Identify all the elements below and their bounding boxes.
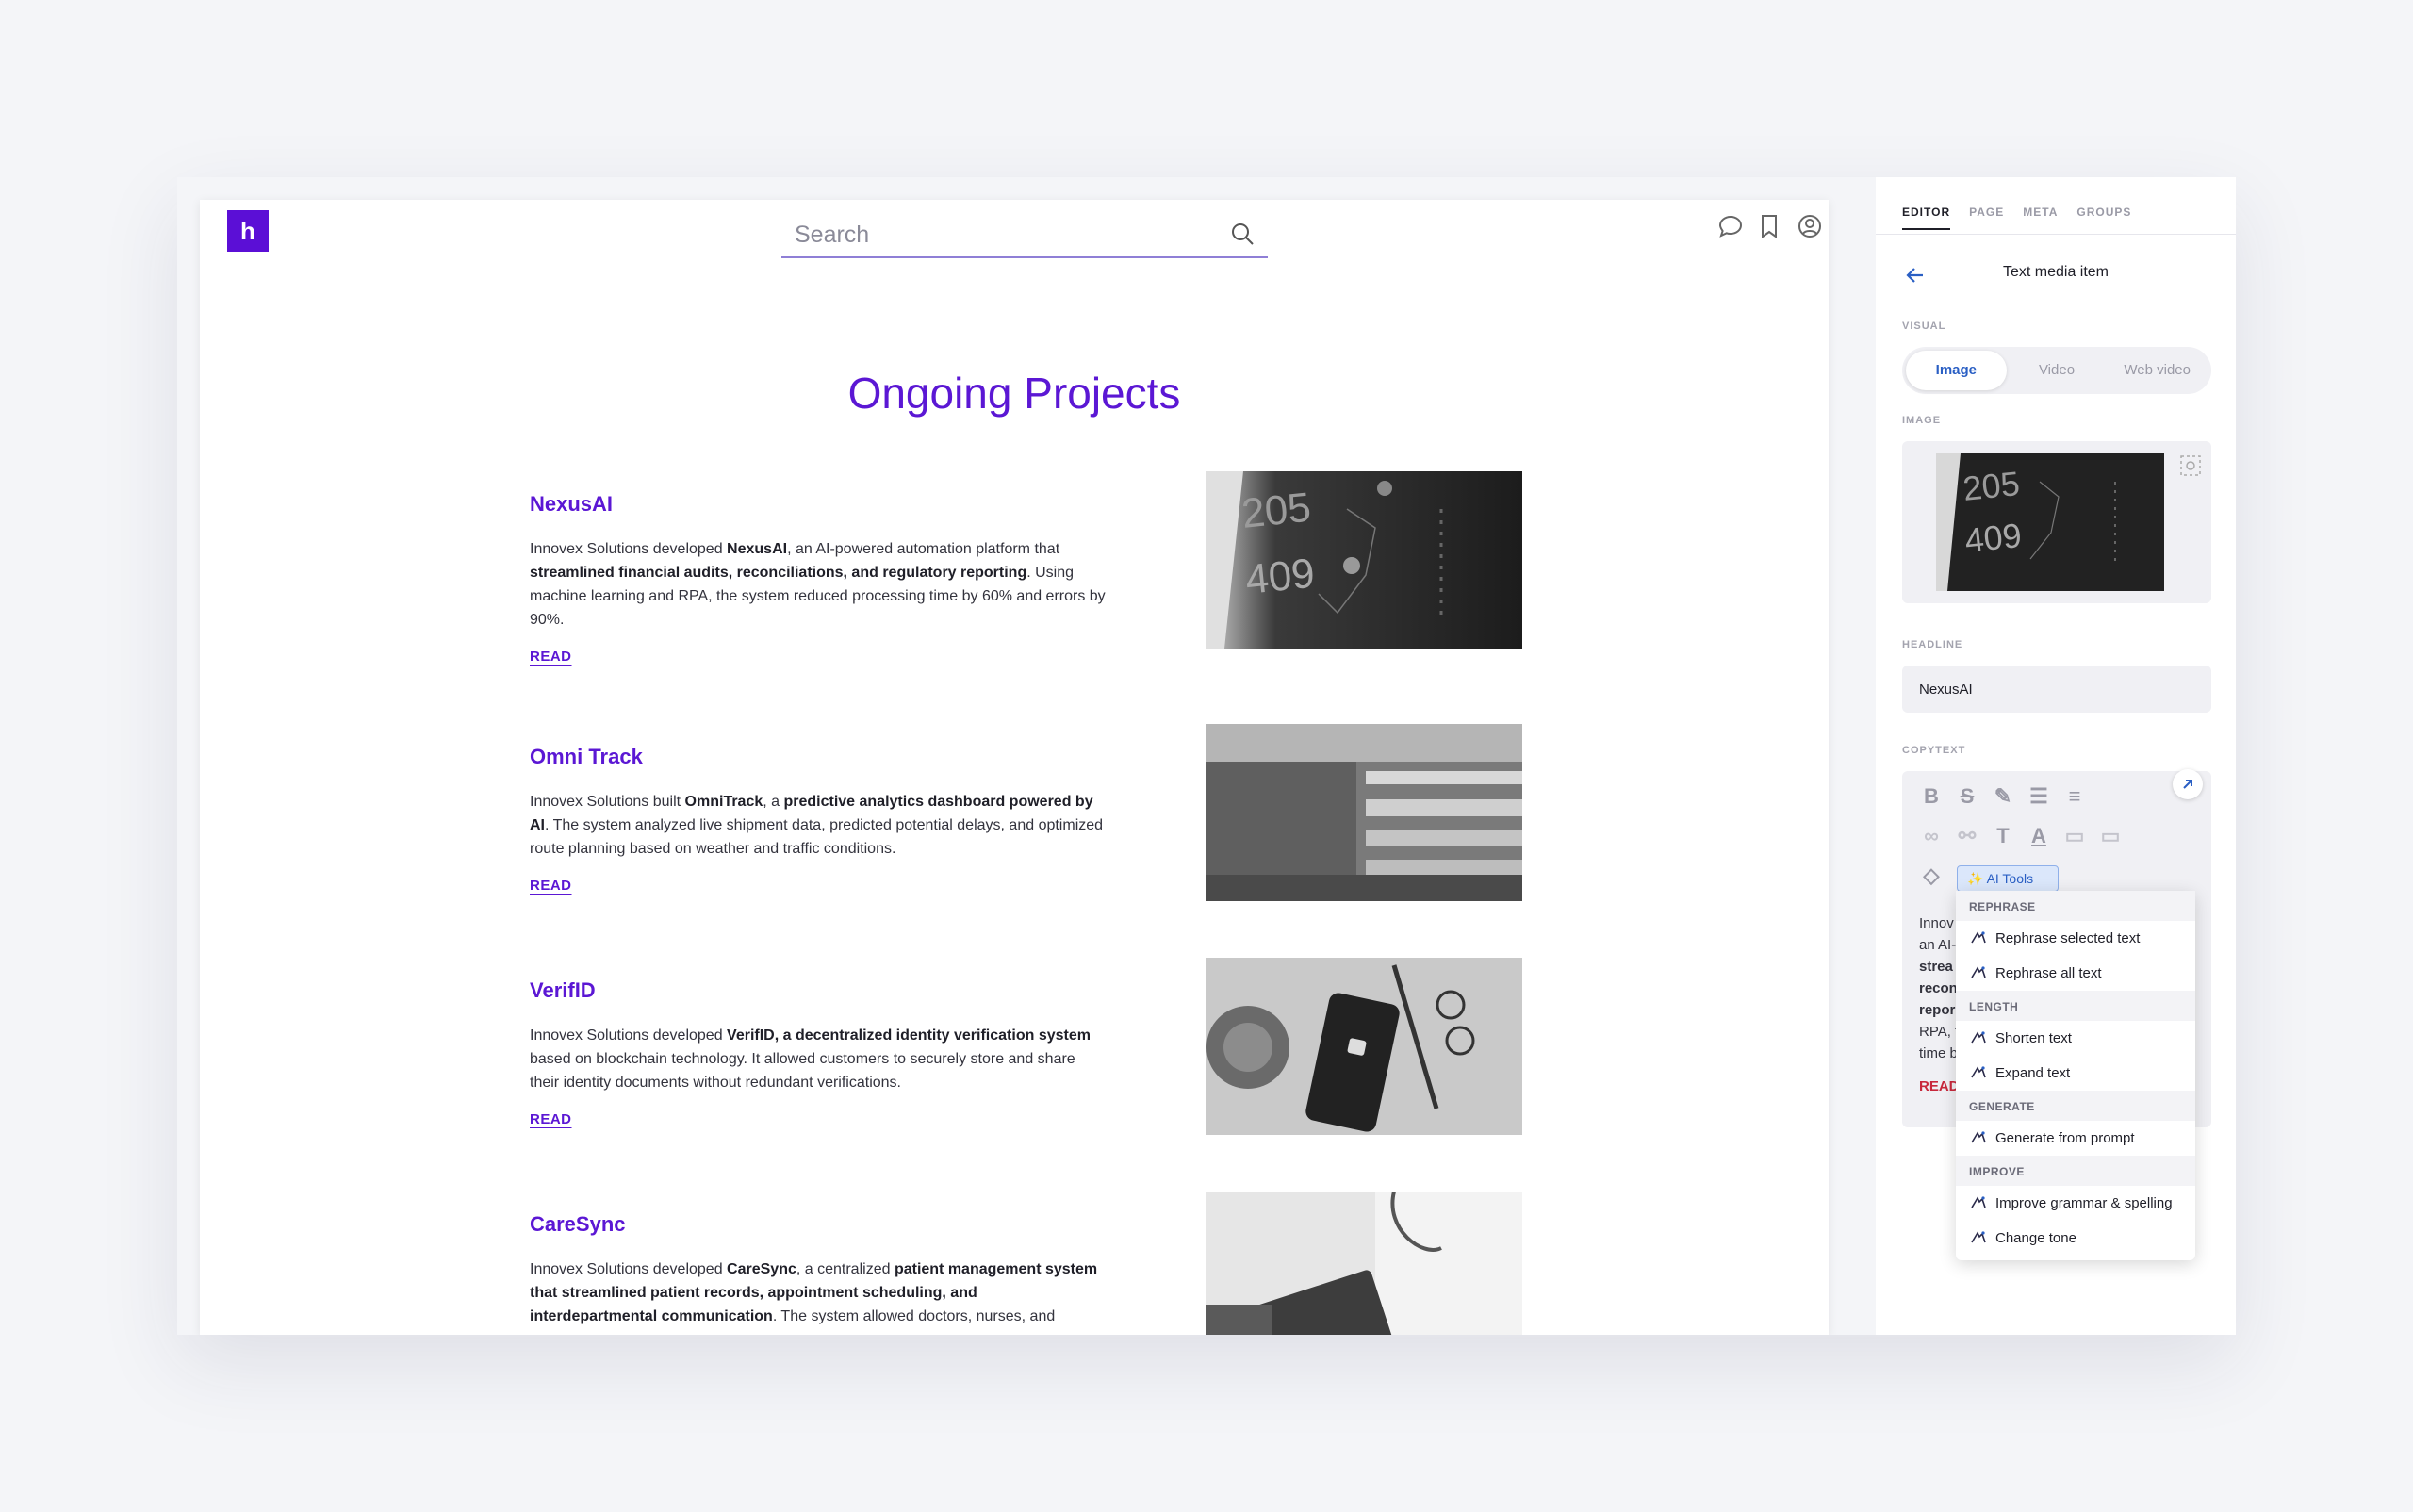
toolbar-row-3: ◇ bbox=[1919, 863, 1944, 888]
visual-option-web-video[interactable]: Web video bbox=[2107, 351, 2208, 390]
copytext-label: COPYTEXT bbox=[1902, 745, 1966, 756]
read-link[interactable]: READ bbox=[530, 1111, 572, 1127]
header-icons bbox=[1717, 213, 1823, 241]
site-logo[interactable]: h bbox=[227, 210, 269, 252]
menu-item-change-tone[interactable]: Change tone bbox=[1956, 1221, 2195, 1256]
read-link[interactable]: READ bbox=[530, 878, 572, 894]
expand-text-icon bbox=[1969, 1063, 1990, 1084]
tab-page[interactable]: PAGE bbox=[1969, 205, 2004, 230]
visual-option-image[interactable]: Image bbox=[1906, 351, 2007, 390]
project-description: Innovex Solutions built OmniTrack, a pre… bbox=[530, 794, 1104, 857]
ai-tools-button[interactable]: ✨ AI Tools bbox=[1957, 865, 2059, 892]
project-image-phone bbox=[1206, 958, 1522, 1135]
headline-input[interactable] bbox=[1902, 666, 2211, 713]
link-icon[interactable]: ∞ bbox=[1919, 824, 1944, 848]
image-label: IMAGE bbox=[1902, 415, 1942, 426]
comment-box-icon[interactable]: ▭ bbox=[2062, 824, 2087, 848]
menu-item-improve-grammar-spelling[interactable]: Improve grammar & spelling bbox=[1956, 1186, 2195, 1221]
svg-text:409: 409 bbox=[1963, 516, 2024, 560]
tab-groups[interactable]: GROUPS bbox=[2076, 205, 2131, 230]
project-description: Innovex Solutions developed NexusAI, an … bbox=[530, 541, 1106, 628]
image-preview-box[interactable]: 205 409 bbox=[1902, 441, 2211, 603]
menu-item-shorten-text[interactable]: Shorten text bbox=[1956, 1021, 2195, 1056]
panel-title: Text media item bbox=[2002, 264, 2109, 280]
generate-icon bbox=[1969, 1128, 1990, 1149]
read-link[interactable]: READ bbox=[530, 649, 572, 665]
app-frame: h Ongoing Projects NexusAI Innovex Solut… bbox=[177, 177, 2236, 1335]
menu-item-rephrase-selected-text[interactable]: Rephrase selected text bbox=[1956, 921, 2195, 956]
headline-label: HEADLINE bbox=[1902, 639, 1963, 650]
user-icon[interactable] bbox=[1797, 213, 1823, 241]
menu-item-rephrase-all-text[interactable]: Rephrase all text bbox=[1956, 956, 2195, 991]
menu-item-expand-text[interactable]: Expand text bbox=[1956, 1056, 2195, 1091]
tab-editor[interactable]: EDITOR bbox=[1902, 205, 1951, 230]
rephrase-all-icon bbox=[1969, 963, 1990, 984]
sparkle-icon: ✨ bbox=[1967, 871, 1987, 886]
svg-text:205: 205 bbox=[1962, 464, 2022, 508]
menu-section-generate: GENERATE bbox=[1956, 1091, 2195, 1121]
image-preview: 205 409 bbox=[1936, 453, 2164, 591]
project-description: Innovex Solutions developed VerifID, a d… bbox=[530, 1027, 1091, 1091]
comment-remove-icon[interactable]: ▭ bbox=[2098, 824, 2123, 848]
grammar-icon bbox=[1969, 1193, 1990, 1214]
project-image-warehouse bbox=[1206, 724, 1522, 901]
tab-meta[interactable]: META bbox=[2023, 205, 2058, 230]
visual-label: VISUAL bbox=[1902, 320, 1946, 332]
shorten-icon bbox=[1969, 1028, 1990, 1049]
highlight-icon[interactable]: ✎ bbox=[1991, 784, 2015, 809]
comment-icon[interactable] bbox=[1717, 213, 1744, 241]
menu-section-improve: IMPROVE bbox=[1956, 1156, 2195, 1186]
unlink-icon[interactable]: ⚯ bbox=[1955, 824, 1979, 848]
toolbar-row-1: B S ✎ ☰ ≡ bbox=[1919, 784, 2087, 809]
expand-editor-button[interactable] bbox=[2173, 769, 2203, 799]
list-icon[interactable]: ☰ bbox=[2027, 784, 2051, 809]
bold-icon[interactable]: B bbox=[1919, 784, 1944, 809]
strikethrough-icon[interactable]: S bbox=[1955, 784, 1979, 809]
svg-text:409: 409 bbox=[1243, 551, 1317, 603]
bookmark-icon[interactable] bbox=[1757, 213, 1783, 241]
text-color-icon[interactable]: A bbox=[2027, 824, 2051, 848]
visual-option-video[interactable]: Video bbox=[2007, 351, 2108, 390]
tab-divider bbox=[1876, 234, 2236, 235]
menu-item-generate-from-prompt[interactable]: Generate from prompt bbox=[1956, 1121, 2195, 1156]
search-input[interactable] bbox=[795, 221, 1209, 249]
panel-tabs: EDITOR PAGE META GROUPS bbox=[1902, 205, 2131, 230]
text-size-icon[interactable]: T bbox=[1991, 824, 2015, 848]
align-icon[interactable]: ≡ bbox=[2062, 784, 2087, 809]
menu-section-rephrase: REPHRASE bbox=[1956, 891, 2195, 921]
focus-point-icon[interactable] bbox=[2179, 454, 2202, 482]
website-preview: h Ongoing Projects NexusAI Innovex Solut… bbox=[200, 200, 1829, 1335]
page-title: Ongoing Projects bbox=[847, 369, 1181, 418]
search-icon[interactable] bbox=[1230, 222, 1255, 251]
project-image-doctor bbox=[1206, 1192, 1522, 1335]
tone-icon bbox=[1969, 1228, 1990, 1249]
ai-tools-menu: REPHRASE Rephrase selected text Rephrase a… bbox=[1956, 891, 2195, 1260]
rephrase-selected-icon bbox=[1969, 929, 1990, 949]
project-image-dashboard: 205 409 bbox=[1206, 471, 1522, 649]
expand-icon bbox=[2183, 780, 2192, 789]
visual-segmented-control: Image Video Web video bbox=[1902, 347, 2211, 394]
svg-text:205: 205 bbox=[1239, 485, 1313, 537]
eraser-icon[interactable]: ◇ bbox=[1919, 863, 1944, 888]
project-description: Innovex Solutions developed CareSync, a … bbox=[530, 1261, 1098, 1324]
search-bar bbox=[781, 211, 1268, 258]
toolbar-row-2: ∞ ⚯ T A ▭ ▭ bbox=[1919, 824, 2123, 848]
menu-section-length: LENGTH bbox=[1956, 991, 2195, 1021]
